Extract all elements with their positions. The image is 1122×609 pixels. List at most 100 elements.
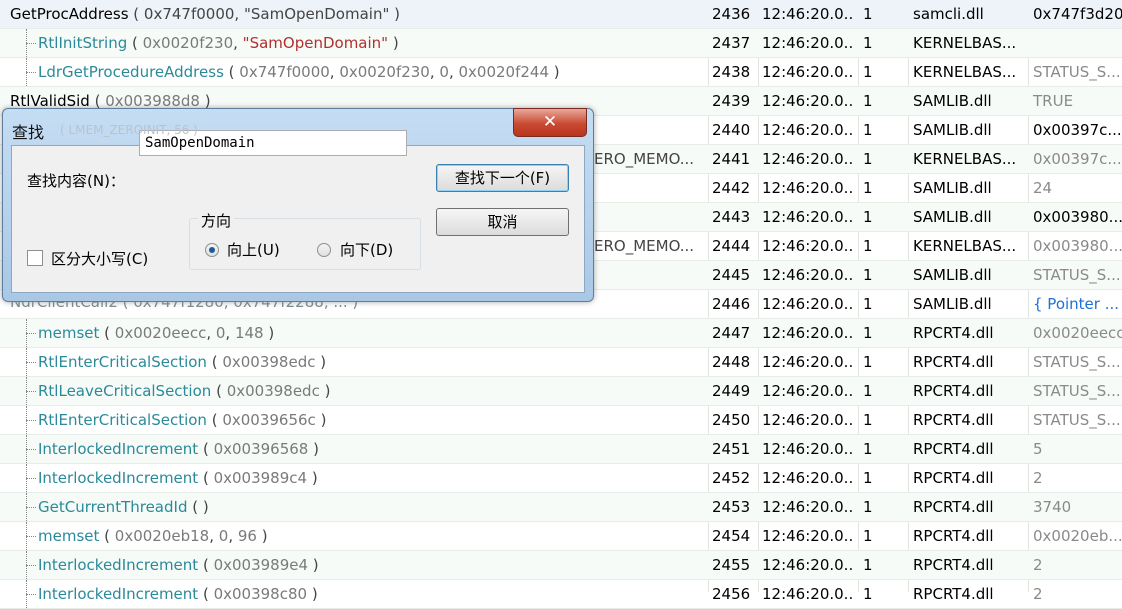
find-next-button[interactable]: 查找下一个(F) xyxy=(436,164,569,192)
argument-value: 0x0020eb18 xyxy=(114,527,210,545)
return-value-cell: 24 xyxy=(1033,179,1053,197)
seq-cell: 2438 xyxy=(712,63,751,81)
function-name: InterlockedIncrement xyxy=(38,556,199,574)
tree-branch xyxy=(26,478,36,480)
return-value-cell: 0x747f3d20 xyxy=(1033,5,1122,23)
return-value-cell: 0x0020eb... xyxy=(1033,527,1122,545)
return-value-cell: 0x003980... xyxy=(1033,237,1122,255)
table-row[interactable]: LdrGetProcedureAddress ( 0x747f0000, 0x0… xyxy=(0,58,1122,87)
time-cell: 12:46:20.0... xyxy=(762,498,854,516)
module-cell: RPCRT4.dll xyxy=(913,440,994,458)
return-value-cell: 0x003980... xyxy=(1033,208,1122,226)
tree-branch xyxy=(26,333,36,335)
argument-value: 0x00398c80 xyxy=(213,585,308,603)
argument-value: 0x747f0000 xyxy=(143,5,235,23)
seq-cell: 2444 xyxy=(712,237,751,255)
function-name: memset xyxy=(38,324,100,342)
module-cell: KERNELBAS... xyxy=(913,150,1017,168)
tree-branch xyxy=(26,72,36,74)
module-cell: SAMLIB.dll xyxy=(913,121,992,139)
seq-cell: 2448 xyxy=(712,353,751,371)
time-cell: 12:46:20.0... xyxy=(762,266,854,284)
close-icon: ✕ xyxy=(542,112,558,132)
table-row[interactable]: GetCurrentThreadId ( ) 2453 12:46:20.0... 1… xyxy=(0,493,1122,522)
thread-cell: 1 xyxy=(863,121,873,139)
thread-cell: 1 xyxy=(863,34,873,52)
time-cell: 12:46:20.0... xyxy=(762,527,854,545)
call-cell: RtlInitString ( 0x0020f230, "SamOpenDoma… xyxy=(0,29,706,57)
return-value-cell: STATUS_S... xyxy=(1033,266,1121,284)
return-value-cell: 3740 xyxy=(1033,498,1072,516)
time-cell: 12:46:20.0... xyxy=(762,121,854,139)
time-cell: 12:46:20.0... xyxy=(762,150,854,168)
time-cell: 12:46:20.0... xyxy=(762,63,854,81)
return-value-cell: 2 xyxy=(1033,585,1043,603)
table-row[interactable]: InterlockedIncrement ( 0x003989e4 ) 2455 1… xyxy=(0,551,1122,580)
time-cell: 12:46:20.0... xyxy=(762,411,854,429)
seq-cell: 2440 xyxy=(712,121,751,139)
table-row[interactable]: InterlockedIncrement ( 0x00396568 ) 2451 1… xyxy=(0,435,1122,464)
argument-value: 0 xyxy=(215,324,226,342)
match-case-label[interactable]: 区分大小写(C) xyxy=(51,248,148,269)
table-row[interactable]: memset ( 0x0020eecc, 0, 148 ) 2447 12:46:2… xyxy=(0,319,1122,348)
time-cell: 12:46:20.0... xyxy=(762,353,854,371)
argument-value: 0x0020f230 xyxy=(142,34,234,52)
time-cell: 12:46:20.0... xyxy=(762,92,854,110)
seq-cell: 2449 xyxy=(712,382,751,400)
return-value-cell xyxy=(1033,29,1122,57)
table-row[interactable]: memset ( 0x0020eb18, 0, 96 ) 2454 12:46:20… xyxy=(0,522,1122,551)
table-row[interactable]: RtlLeaveCriticalSection ( 0x00398edc ) 24… xyxy=(0,377,1122,406)
call-cell: memset ( 0x0020eecc, 0, 148 ) xyxy=(0,319,706,347)
thread-cell: 1 xyxy=(863,237,873,255)
call-cell: memset ( 0x0020eb18, 0, 96 ) xyxy=(0,522,706,550)
direction-up-radio[interactable] xyxy=(205,243,219,257)
module-cell: SAMLIB.dll xyxy=(913,92,992,110)
argument-value: 96 xyxy=(237,527,257,545)
table-row[interactable]: RtlEnterCriticalSection ( 0x00398edc ) 24… xyxy=(0,348,1122,377)
tree-branch xyxy=(26,507,36,509)
return-value-cell: 5 xyxy=(1033,440,1043,458)
call-cell: InterlockedIncrement ( 0x003989e4 ) xyxy=(0,551,706,579)
table-row[interactable]: InterlockedIncrement ( 0x00398c80 ) 2456 1… xyxy=(0,580,1122,609)
tree-branch xyxy=(26,362,36,364)
time-cell: 12:46:20.0... xyxy=(762,5,854,23)
argument-value: 0x0039656c xyxy=(222,411,316,429)
match-case-checkbox[interactable] xyxy=(27,250,43,266)
cancel-button[interactable]: 取消 xyxy=(436,208,569,236)
seq-cell: 2441 xyxy=(712,150,751,168)
seq-cell: 2452 xyxy=(712,469,751,487)
direction-down-radio[interactable] xyxy=(317,243,331,257)
thread-cell: 1 xyxy=(863,324,873,342)
thread-cell: 1 xyxy=(863,5,873,23)
find-dialog-title: 查找 xyxy=(12,123,45,142)
argument-value: 0 xyxy=(218,527,229,545)
module-cell: SAMLIB.dll xyxy=(913,295,992,313)
argument-value: "SamOpenDomain" xyxy=(243,5,390,23)
table-row[interactable]: InterlockedIncrement ( 0x003989c4 ) 2452 1… xyxy=(0,464,1122,493)
argument-value: 0x003989e4 xyxy=(213,556,309,574)
call-cell: InterlockedIncrement ( 0x00396568 ) xyxy=(0,435,706,463)
module-cell: RPCRT4.dll xyxy=(913,527,994,545)
argument-value: 148 xyxy=(234,324,264,342)
function-name: memset xyxy=(38,527,100,545)
return-value-cell: TRUE xyxy=(1033,92,1074,110)
thread-cell: 1 xyxy=(863,179,873,197)
argument-value: 0x0020f230 xyxy=(339,63,430,81)
function-name: RtlEnterCriticalSection xyxy=(38,411,207,429)
argument-value: 0x003989c4 xyxy=(213,469,308,487)
call-cell: RtlEnterCriticalSection ( 0x0039656c ) xyxy=(0,406,706,434)
tree-branch xyxy=(26,391,36,393)
module-cell: SAMLIB.dll xyxy=(913,208,992,226)
call-cell: RtlLeaveCriticalSection ( 0x00398edc ) xyxy=(0,377,706,405)
function-name: LdrGetProcedureAddress xyxy=(38,63,224,81)
thread-cell: 1 xyxy=(863,498,873,516)
module-cell: RPCRT4.dll xyxy=(913,556,994,574)
thread-cell: 1 xyxy=(863,469,873,487)
direction-down-label[interactable]: 向下(D) xyxy=(340,239,393,260)
table-row[interactable]: RtlEnterCriticalSection ( 0x0039656c ) 24… xyxy=(0,406,1122,435)
direction-up-label[interactable]: 向上(U) xyxy=(227,239,280,260)
thread-cell: 1 xyxy=(863,440,873,458)
close-button[interactable]: ✕ xyxy=(513,108,587,137)
table-row[interactable]: RtlInitString ( 0x0020f230, "SamOpenDoma… xyxy=(0,29,1122,58)
table-row[interactable]: GetProcAddress ( 0x747f0000, "SamOpenDom… xyxy=(0,0,1122,29)
